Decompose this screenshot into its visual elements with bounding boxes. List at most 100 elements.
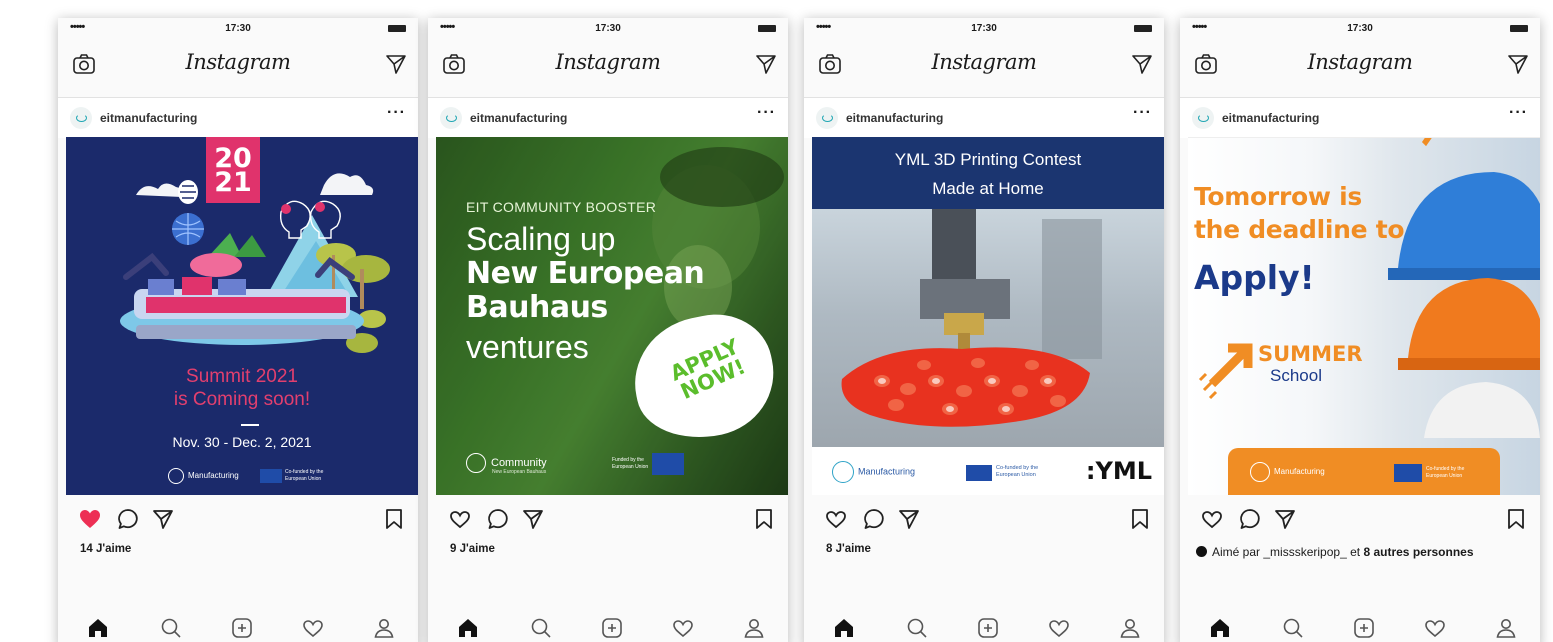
- avatar[interactable]: [440, 107, 462, 129]
- post-header: eitmanufacturing ···: [804, 98, 1164, 138]
- liked-by-user[interactable]: _missskeripop_: [1263, 545, 1346, 559]
- bottom-nav: [1180, 606, 1540, 642]
- profile-icon[interactable]: [742, 616, 766, 640]
- post-actions: [58, 503, 418, 537]
- more-options-icon[interactable]: ···: [1509, 104, 1528, 122]
- profile-icon[interactable]: [1494, 616, 1518, 640]
- bottom-nav: [428, 606, 788, 642]
- app-title: Instagram: [555, 50, 661, 74]
- bottom-nav: [58, 606, 418, 642]
- headline-line-3: Bauhaus: [466, 290, 608, 325]
- post-image[interactable]: 20 21 Summit 2021 is Coming soon! Nov. 3…: [66, 137, 418, 495]
- likes-count[interactable]: 14 J'aime: [80, 543, 131, 555]
- activity-icon[interactable]: [1047, 616, 1071, 640]
- more-options-icon[interactable]: ···: [1133, 104, 1152, 122]
- add-icon[interactable]: [976, 616, 1000, 640]
- likes-count[interactable]: 8 J'aime: [826, 543, 871, 555]
- eu-funding-text: Co-funded by the European Union: [1426, 466, 1465, 479]
- avatar[interactable]: [70, 107, 92, 129]
- search-icon[interactable]: [1281, 616, 1305, 640]
- liked-by-prefix: Aimé par: [1212, 545, 1261, 559]
- apply-heading: Apply!: [1194, 258, 1315, 297]
- bookmark-icon[interactable]: [1504, 507, 1528, 531]
- home-icon[interactable]: [456, 616, 480, 640]
- activity-icon[interactable]: [301, 616, 325, 640]
- post-image[interactable]: Tomorrow is the deadline to Apply! SUMME…: [1188, 137, 1540, 495]
- summit-caption: Summit 2021 is Coming soon!: [66, 365, 418, 411]
- heart-icon[interactable]: [78, 507, 102, 531]
- app-header: Instagram: [1180, 40, 1540, 98]
- search-icon[interactable]: [159, 616, 183, 640]
- add-icon[interactable]: [1352, 616, 1376, 640]
- send-icon[interactable]: [1130, 52, 1154, 76]
- bottom-nav: [804, 606, 1164, 642]
- activity-icon[interactable]: [671, 616, 695, 640]
- headline-line-4: ventures: [466, 329, 589, 365]
- more-options-icon[interactable]: ···: [387, 104, 406, 122]
- more-options-icon[interactable]: ···: [757, 104, 776, 122]
- add-icon[interactable]: [600, 616, 624, 640]
- battery-icon: [388, 25, 406, 32]
- share-icon[interactable]: [521, 507, 545, 531]
- status-bar: ••••• 17:30: [804, 18, 1164, 40]
- eit-manufacturing-logo: Manufacturing: [168, 467, 239, 485]
- send-icon[interactable]: [754, 52, 778, 76]
- summer-school-arrow-icon: [1198, 343, 1253, 400]
- phone-screen-3: ••••• 17:30 Instagram eitmanufacturing ·…: [804, 18, 1164, 642]
- home-icon[interactable]: [86, 616, 110, 640]
- bookmark-icon[interactable]: [382, 507, 406, 531]
- comment-icon[interactable]: [862, 507, 886, 531]
- post-username[interactable]: eitmanufacturing: [846, 111, 943, 125]
- app-title: Instagram: [1307, 50, 1413, 74]
- heart-icon[interactable]: [1200, 507, 1224, 531]
- profile-icon[interactable]: [372, 616, 396, 640]
- comment-icon[interactable]: [116, 507, 140, 531]
- heart-icon[interactable]: [824, 507, 848, 531]
- avatar[interactable]: [816, 107, 838, 129]
- eit-manufacturing-logo: Manufacturing: [832, 461, 915, 483]
- avatar[interactable]: [1192, 107, 1214, 129]
- post-username[interactable]: eitmanufacturing: [470, 111, 567, 125]
- liked-by-line[interactable]: Aimé par _missskeripop_ et 8 autres pers…: [1196, 545, 1474, 559]
- bookmark-icon[interactable]: [1128, 507, 1152, 531]
- liked-by-others[interactable]: 8 autres personnes: [1363, 545, 1473, 559]
- home-icon[interactable]: [1208, 616, 1232, 640]
- eit-manufacturing-logo: Manufacturing: [1250, 462, 1325, 482]
- post-username[interactable]: eitmanufacturing: [100, 111, 197, 125]
- search-icon[interactable]: [529, 616, 553, 640]
- printer-photo: [812, 209, 1164, 447]
- share-icon[interactable]: [1273, 507, 1297, 531]
- divider: [241, 424, 259, 426]
- post-actions: [804, 503, 1164, 537]
- send-icon[interactable]: [1506, 52, 1530, 76]
- profile-icon[interactable]: [1118, 616, 1142, 640]
- likes-count[interactable]: 9 J'aime: [450, 543, 495, 555]
- home-icon[interactable]: [832, 616, 856, 640]
- app-title: Instagram: [931, 50, 1037, 74]
- share-icon[interactable]: [151, 507, 175, 531]
- comment-icon[interactable]: [486, 507, 510, 531]
- avatar: [1196, 546, 1207, 557]
- share-icon[interactable]: [897, 507, 921, 531]
- post-username[interactable]: eitmanufacturing: [1222, 111, 1319, 125]
- post-image[interactable]: YML 3D Printing Contest Made at Home Man…: [812, 137, 1164, 495]
- post-image[interactable]: EIT COMMUNITY BOOSTER Scaling up New Eur…: [436, 137, 788, 495]
- contest-title: YML 3D Printing Contest Made at Home: [812, 145, 1164, 203]
- eu-flag-icon: [260, 469, 282, 483]
- sponsor-logos: Manufacturing Co-funded by the European …: [168, 467, 323, 485]
- search-icon[interactable]: [905, 616, 929, 640]
- activity-icon[interactable]: [1423, 616, 1447, 640]
- status-bar: ••••• 17:30: [428, 18, 788, 40]
- deadline-text: Tomorrow is the deadline to: [1194, 180, 1405, 246]
- comment-icon[interactable]: [1238, 507, 1262, 531]
- eu-funding-text: Co-funded by the European Union: [996, 465, 1039, 478]
- send-icon[interactable]: [384, 52, 408, 76]
- year-label: 20 21: [214, 143, 252, 198]
- status-time: 17:30: [971, 23, 997, 34]
- heart-icon[interactable]: [448, 507, 472, 531]
- add-icon[interactable]: [230, 616, 254, 640]
- bookmark-icon[interactable]: [752, 507, 776, 531]
- sponsor-footer: Manufacturing Co-funded by the European …: [812, 449, 1164, 495]
- eu-flag-icon: [966, 465, 992, 481]
- status-bar: ••••• 17:30: [1180, 18, 1540, 40]
